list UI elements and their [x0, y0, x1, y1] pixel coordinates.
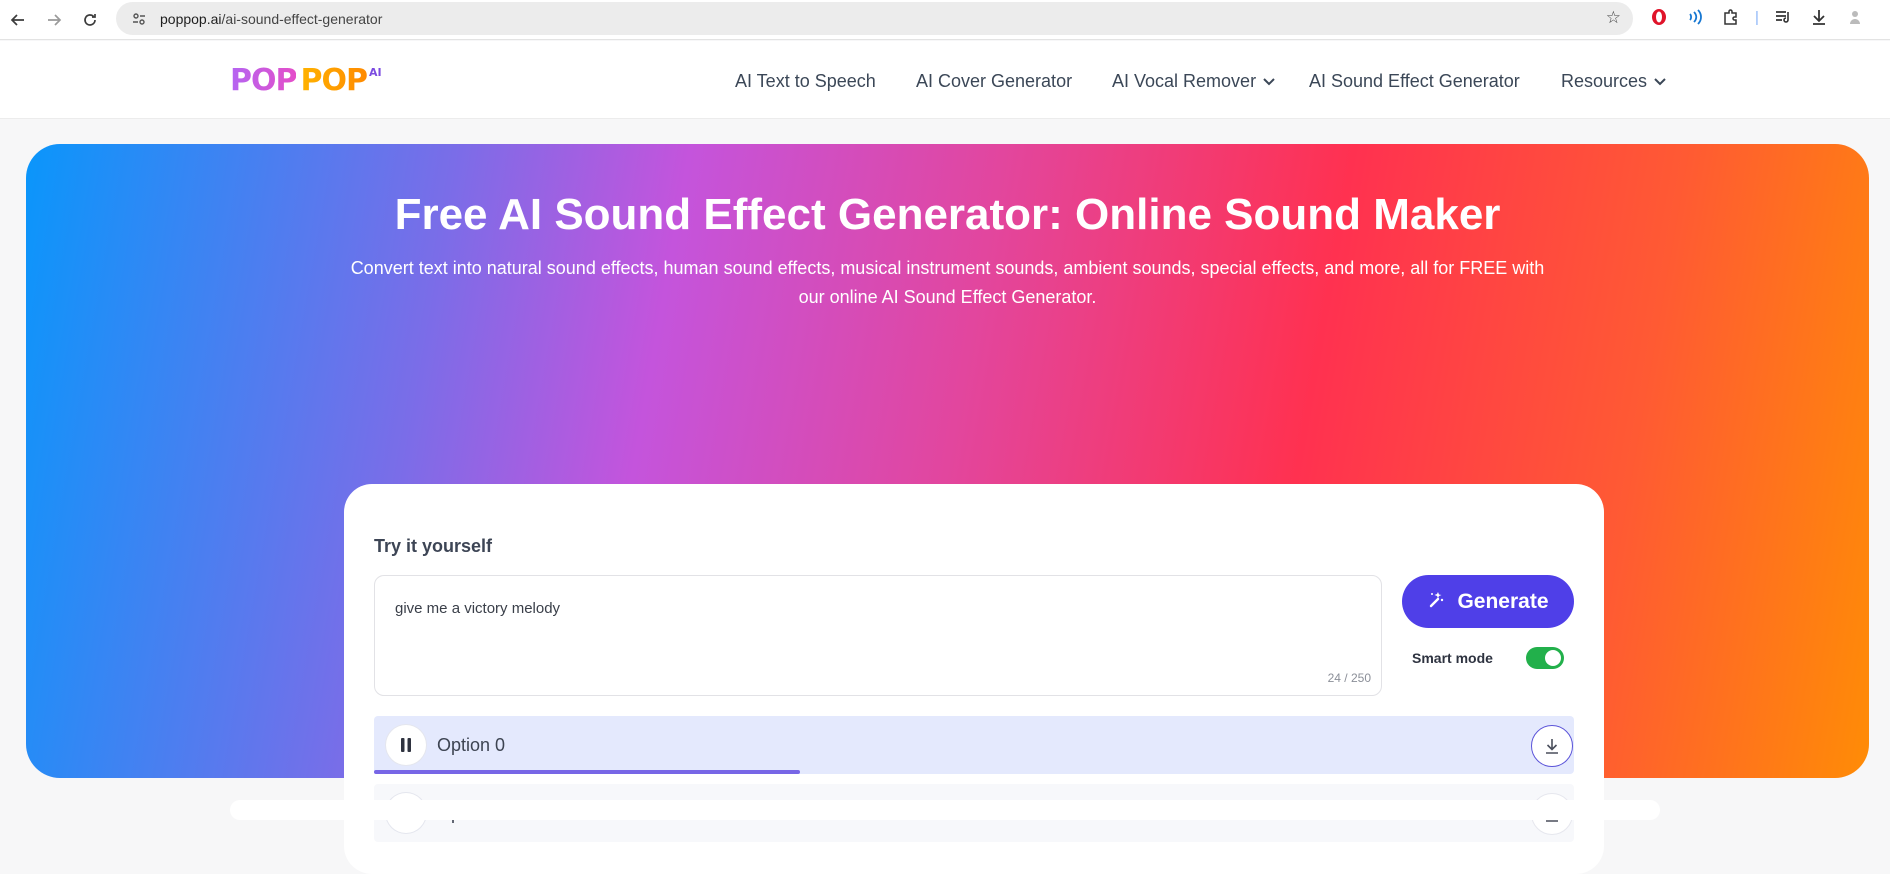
reload-icon[interactable] — [72, 2, 108, 38]
site-header: POP POP AI AI Text to Speech AI Cover Ge… — [0, 41, 1890, 119]
profile-icon[interactable] — [1844, 6, 1866, 28]
pause-button[interactable] — [386, 725, 426, 765]
prompt-input[interactable]: give me a victory melody 24 / 250 — [374, 575, 1382, 696]
chevron-down-icon — [1654, 75, 1666, 89]
forward-arrow-icon[interactable] — [36, 2, 72, 38]
nav-ai-cover-generator[interactable]: AI Cover Generator — [916, 69, 1072, 93]
download-icon[interactable] — [1808, 6, 1830, 28]
page-title: Free AI Sound Effect Generator: Online S… — [394, 190, 1501, 239]
download-option-0-button[interactable] — [1531, 725, 1573, 767]
chevron-down-icon — [1263, 75, 1275, 89]
media-queue-icon[interactable] — [1772, 6, 1794, 28]
logo-ai-badge: AI — [368, 66, 382, 79]
poppop-logo[interactable]: POP POP AI — [230, 63, 382, 98]
hero-banner: Free AI Sound Effect Generator: Online S… — [26, 144, 1869, 874]
logo-pop-1: POP — [230, 63, 297, 98]
nav-label: AI Vocal Remover — [1112, 70, 1257, 91]
nav-resources[interactable]: Resources — [1561, 69, 1666, 93]
browser-toolbar: poppop.ai/ai-sound-effect-generator ☆ | — [0, 0, 1890, 40]
toggle-knob — [1545, 650, 1561, 666]
pause-icon — [401, 738, 411, 752]
nav-label: AI Cover Generator — [916, 70, 1073, 91]
nav-ai-text-to-speech[interactable]: AI Text to Speech — [735, 69, 876, 93]
magic-wand-icon — [1427, 590, 1445, 613]
nav-label: AI Text to Speech — [735, 70, 876, 91]
generate-button[interactable]: Generate — [1402, 575, 1574, 628]
nav-ai-vocal-remover[interactable]: AI Vocal Remover — [1112, 69, 1275, 93]
generate-label: Generate — [1457, 589, 1549, 613]
option-row-0[interactable]: Option 0 — [374, 716, 1574, 774]
address-bar[interactable]: poppop.ai/ai-sound-effect-generator ☆ — [116, 2, 1633, 35]
site-info-icon[interactable] — [130, 10, 148, 28]
smart-mode-label: Smart mode — [1412, 650, 1493, 666]
bookmark-star-icon[interactable]: ☆ — [1606, 8, 1621, 28]
download-icon — [1546, 739, 1558, 754]
playback-progress-fill — [374, 770, 800, 774]
next-section-edge — [230, 800, 1660, 820]
option-label: Option 0 — [437, 735, 506, 755]
playback-progress[interactable] — [374, 770, 1574, 774]
url-path: /ai-sound-effect-generator — [221, 10, 383, 27]
prompt-text: give me a victory melody — [395, 600, 561, 617]
opera-extension-icon[interactable] — [1648, 6, 1670, 28]
speech-extension-icon[interactable] — [1684, 6, 1706, 28]
back-arrow-icon[interactable] — [0, 2, 36, 38]
hero-subtitle: Convert text into natural sound effects,… — [350, 258, 1545, 307]
url-host: poppop.ai — [160, 10, 222, 27]
char-counter: 24 / 250 — [1327, 671, 1371, 685]
url-text: poppop.ai/ai-sound-effect-generator — [160, 11, 382, 27]
extension-icons: | — [1648, 6, 1866, 28]
puzzle-extension-icon[interactable] — [1720, 6, 1742, 28]
try-it-label: Try it yourself — [374, 536, 493, 556]
smart-mode-toggle[interactable] — [1526, 647, 1564, 669]
nav-ai-sound-effect-generator[interactable]: AI Sound Effect Generator — [1309, 69, 1520, 93]
logo-pop-2: POP — [300, 63, 367, 98]
divider-icon: | — [1755, 8, 1759, 26]
nav-label: AI Sound Effect Generator — [1309, 70, 1520, 91]
nav-label: Resources — [1561, 70, 1648, 91]
